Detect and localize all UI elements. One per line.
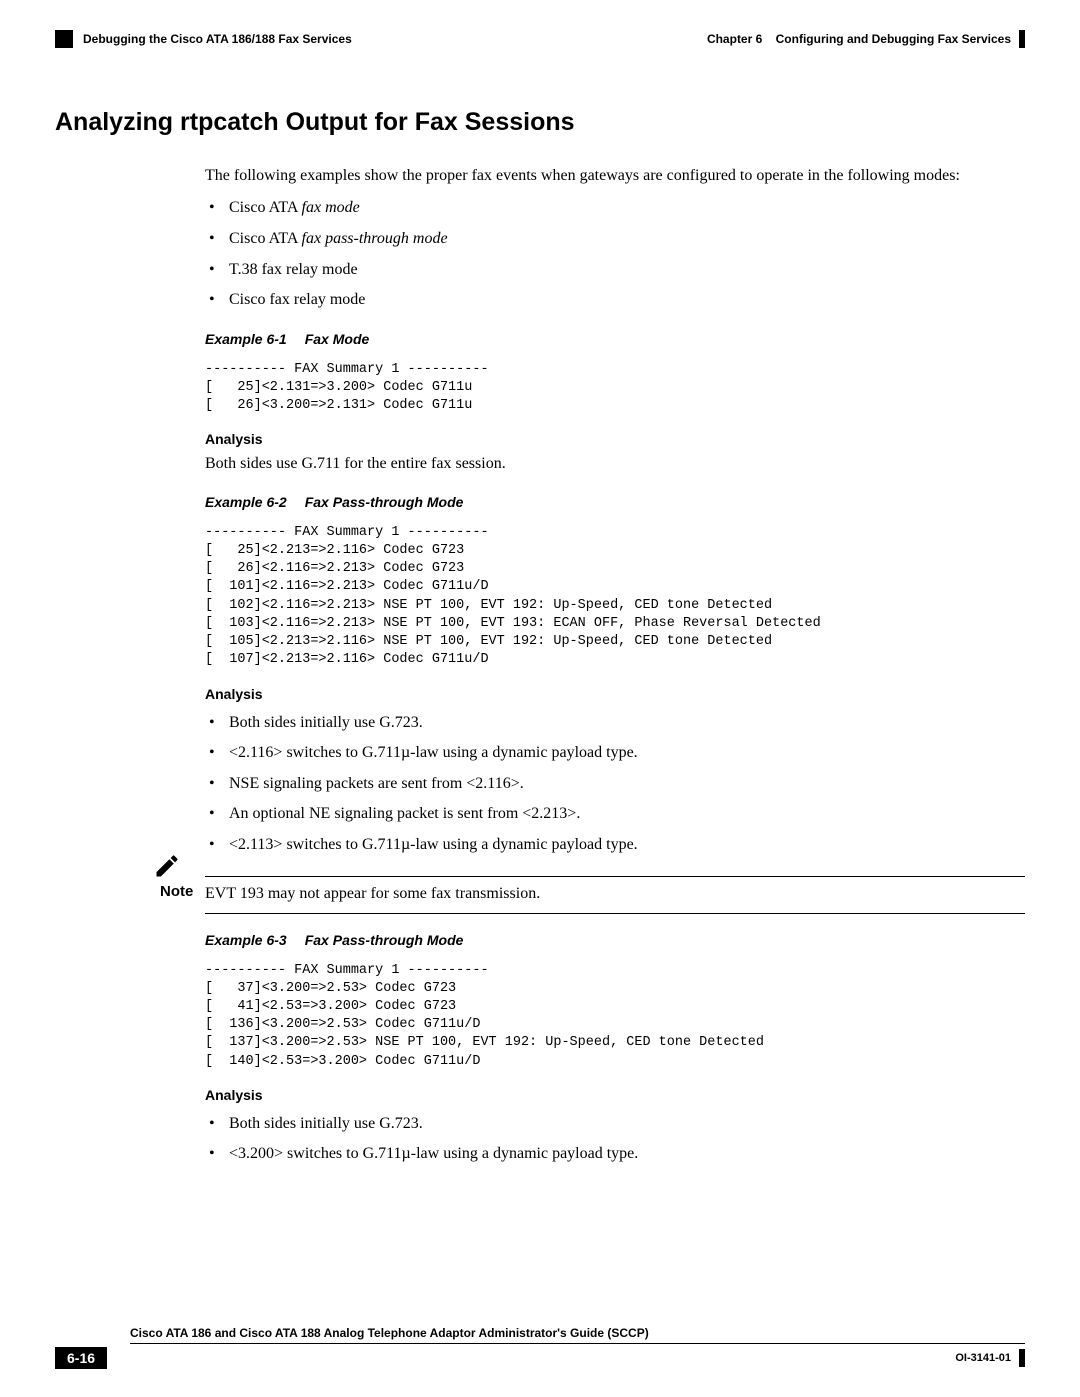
example-3-code: ---------- FAX Summary 1 ---------- [ 37…	[205, 962, 1025, 1071]
header-left: Debugging the Cisco ATA 186/188 Fax Serv…	[55, 30, 352, 48]
example-1-code: ---------- FAX Summary 1 ---------- [ 25…	[205, 361, 1025, 416]
page-footer: Cisco ATA 186 and Cisco ATA 188 Analog T…	[55, 1326, 1025, 1369]
analysis-2-list: Both sides initially use G.723. <2.116> …	[205, 710, 1025, 858]
list-item: T.38 fax relay mode	[205, 257, 1025, 283]
list-item: <2.116> switches to G.711µ-law using a d…	[205, 740, 1025, 766]
example-1-title: Example 6-1Fax Mode	[205, 331, 1025, 347]
analysis-label: Analysis	[205, 1087, 1025, 1103]
header-right: Chapter 6 Configuring and Debugging Fax …	[707, 30, 1025, 48]
example-3-title: Example 6-3Fax Pass-through Mode	[205, 932, 1025, 948]
list-item: Cisco ATA fax mode	[205, 195, 1025, 221]
footer-right: OI-3141-01	[955, 1349, 1025, 1367]
list-item: Both sides initially use G.723.	[205, 1111, 1025, 1137]
modes-list: Cisco ATA fax mode Cisco ATA fax pass-th…	[205, 195, 1025, 312]
header-bar-icon	[1019, 30, 1025, 48]
note-label: Note	[160, 883, 193, 900]
list-item: NSE signaling packets are sent from <2.1…	[205, 771, 1025, 797]
list-item: An optional NE signaling packet is sent …	[205, 801, 1025, 827]
note-block: Note EVT 193 may not appear for some fax…	[205, 876, 1025, 914]
section-title: Analyzing rtpcatch Output for Fax Sessio…	[55, 108, 1025, 137]
doc-id: OI-3141-01	[955, 1352, 1011, 1364]
analysis-text: Both sides use G.711 for the entire fax …	[205, 453, 1025, 475]
chapter-num: Chapter 6	[707, 32, 762, 46]
header-section-title: Debugging the Cisco ATA 186/188 Fax Serv…	[83, 32, 352, 46]
note-rule-bottom	[205, 913, 1025, 914]
footer-rule	[130, 1343, 1025, 1344]
example-2-title: Example 6-2Fax Pass-through Mode	[205, 494, 1025, 510]
list-item: <2.113> switches to G.711µ-law using a d…	[205, 832, 1025, 858]
chapter-title: Configuring and Debugging Fax Services	[776, 32, 1011, 46]
list-item: <3.200> switches to G.711µ-law using a d…	[205, 1141, 1025, 1167]
list-item: Both sides initially use G.723.	[205, 710, 1025, 736]
note-text: EVT 193 may not appear for some fax tran…	[205, 883, 1025, 905]
pencil-icon	[153, 852, 181, 880]
footer-row: 6-16 OI-3141-01	[55, 1347, 1025, 1369]
page-number: 6-16	[55, 1347, 107, 1369]
main-content: The following examples show the proper f…	[205, 165, 1025, 1167]
header-chapter: Chapter 6 Configuring and Debugging Fax …	[707, 32, 1011, 46]
page-header: Debugging the Cisco ATA 186/188 Fax Serv…	[55, 30, 1025, 48]
footer-bar-icon	[1019, 1349, 1025, 1367]
footer-book-title: Cisco ATA 186 and Cisco ATA 188 Analog T…	[130, 1326, 1025, 1340]
list-item: Cisco ATA fax pass-through mode	[205, 226, 1025, 252]
footer-left: 6-16	[55, 1347, 107, 1369]
intro-text: The following examples show the proper f…	[205, 165, 1025, 187]
analysis-label: Analysis	[205, 431, 1025, 447]
list-item: Cisco fax relay mode	[205, 287, 1025, 313]
header-square-icon	[55, 30, 73, 48]
example-2-code: ---------- FAX Summary 1 ---------- [ 25…	[205, 524, 1025, 670]
analysis-label: Analysis	[205, 686, 1025, 702]
note-icon	[153, 852, 181, 880]
analysis-3-list: Both sides initially use G.723. <3.200> …	[205, 1111, 1025, 1167]
note-rule-top	[205, 876, 1025, 877]
